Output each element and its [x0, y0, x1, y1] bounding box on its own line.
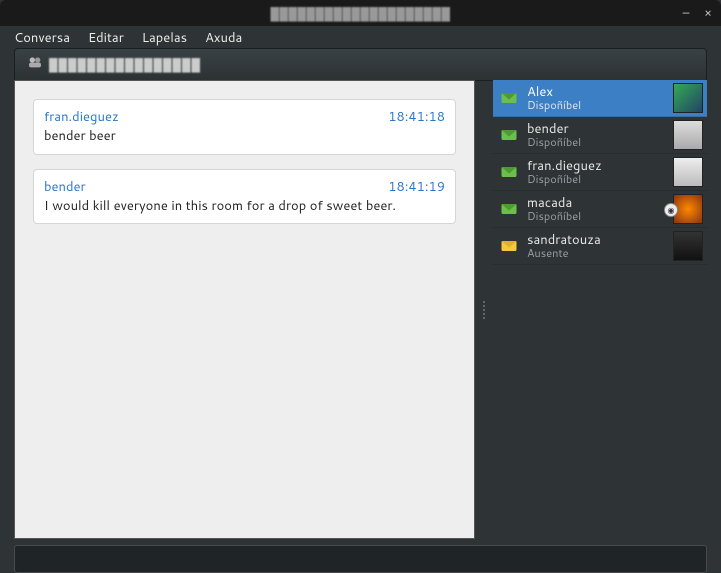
presence-icon	[499, 125, 519, 145]
roster-text: fran.dieguez Dispoñíbel	[527, 159, 665, 185]
titlebar: ████████████████████ – ×	[0, 0, 721, 26]
chat-message: fran.dieguez 18:41:18 bender beer	[33, 99, 456, 155]
menubar: Conversa Editar Lapelas Axuda	[0, 26, 721, 50]
roster-status: Dispoñíbel	[527, 99, 665, 111]
roster-status: Dispoñíbel	[527, 173, 665, 185]
presence-icon	[499, 236, 519, 256]
tab-label: ████████████████	[49, 56, 201, 73]
chat-pane[interactable]: fran.dieguez 18:41:18 bender beer bender…	[14, 80, 475, 539]
avatar: ◉	[673, 194, 703, 224]
roster-item[interactable]: fran.dieguez Dispoñíbel	[493, 154, 707, 191]
message-time: 18:41:19	[388, 178, 445, 196]
presence-icon	[499, 199, 519, 219]
camera-icon: ◉	[664, 203, 678, 217]
roster-text: Alex Dispoñíbel	[527, 85, 665, 111]
roster-status: Ausente	[527, 247, 665, 259]
presence-icon	[499, 88, 519, 108]
close-button[interactable]: ×	[701, 4, 715, 18]
message-sender: fran.dieguez	[44, 108, 119, 126]
roster-text: sandratouza Ausente	[527, 233, 665, 259]
message-body: bender beer	[44, 128, 445, 146]
roster-item[interactable]: macada Dispoñíbel ◉	[493, 191, 707, 228]
menu-lapelas[interactable]: Lapelas	[142, 29, 187, 47]
avatar	[673, 83, 703, 113]
window-title: ████████████████████	[270, 5, 450, 22]
roster-item[interactable]: sandratouza Ausente	[493, 228, 707, 265]
pane-splitter[interactable]	[481, 80, 487, 539]
main-area: fran.dieguez 18:41:18 bender beer bender…	[0, 80, 721, 539]
roster-text: macada Dispoñíbel	[527, 196, 665, 222]
menu-conversa[interactable]: Conversa	[14, 29, 70, 47]
roster-item[interactable]: Alex Dispoñíbel	[493, 80, 707, 117]
roster-status: Dispoñíbel	[527, 136, 665, 148]
presence-icon	[499, 162, 519, 182]
tabbar: ████████████████	[0, 50, 721, 80]
message-time: 18:41:18	[388, 108, 445, 126]
minimize-button[interactable]: –	[679, 4, 693, 18]
avatar	[673, 231, 703, 261]
group-chat-icon	[27, 54, 43, 75]
window-controls: – ×	[679, 4, 715, 18]
menu-editar[interactable]: Editar	[88, 29, 124, 47]
roster-status: Dispoñíbel	[527, 210, 665, 222]
message-body: I would kill everyone in this room for a…	[44, 198, 445, 216]
tab-room[interactable]: ████████████████	[14, 48, 707, 81]
roster-pane: Alex Dispoñíbel bender Dispoñíbel fran.d…	[493, 80, 707, 539]
message-sender: bender	[44, 178, 86, 196]
roster-item[interactable]: bender Dispoñíbel	[493, 117, 707, 154]
roster-text: bender Dispoñíbel	[527, 122, 665, 148]
avatar	[673, 157, 703, 187]
chat-message: bender 18:41:19 I would kill everyone in…	[33, 169, 456, 225]
avatar	[673, 120, 703, 150]
menu-axuda[interactable]: Axuda	[205, 29, 242, 47]
